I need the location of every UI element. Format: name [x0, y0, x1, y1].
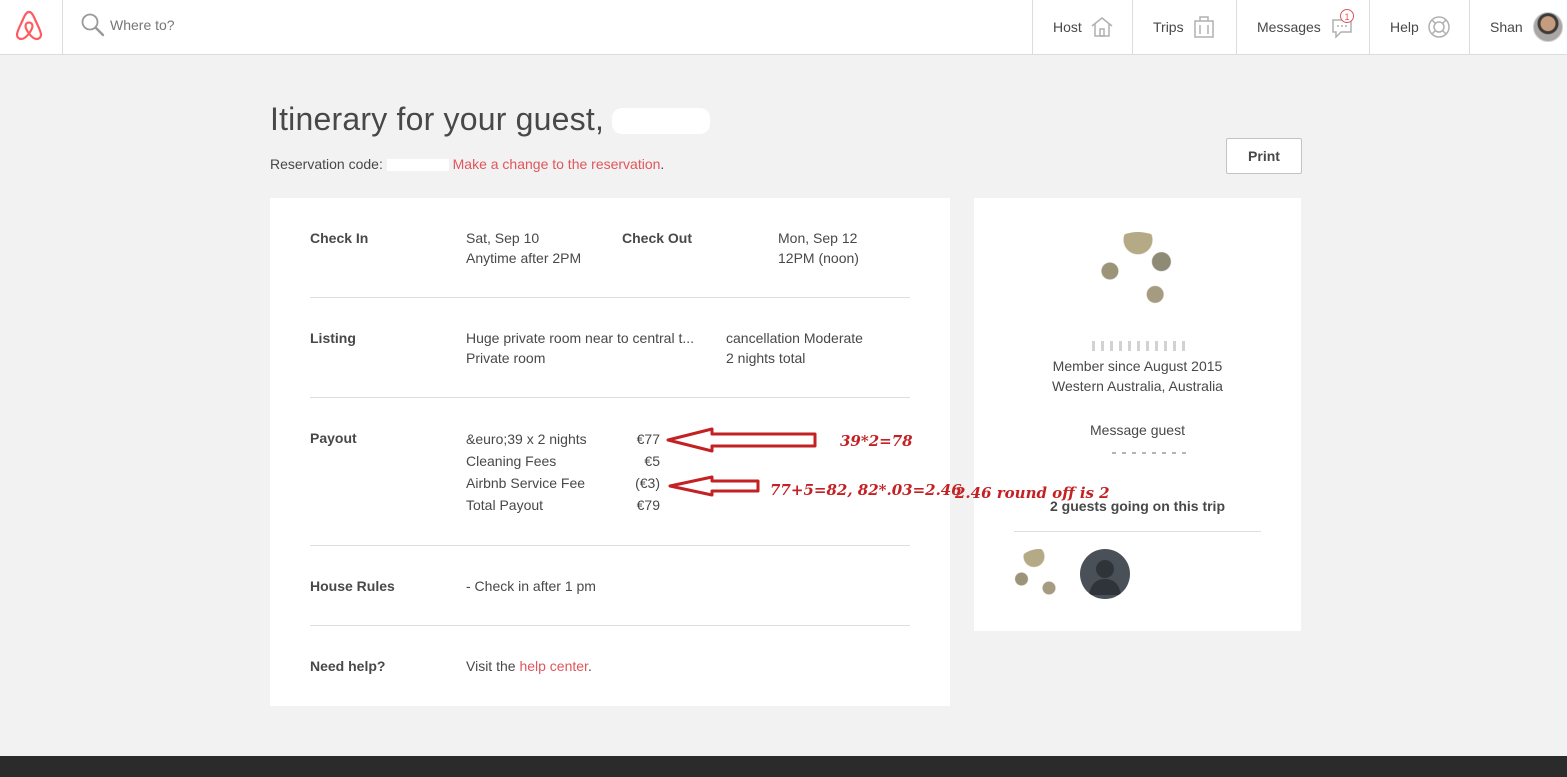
house-rules-text: - Check in after 1 pm — [466, 578, 596, 594]
checkin-label: Check In — [310, 230, 369, 246]
search-icon — [81, 13, 105, 37]
checkout-date: Mon, Sep 12 — [778, 230, 858, 246]
lifebuoy-icon — [1428, 16, 1450, 38]
reservation-label: Reservation code: — [270, 156, 383, 172]
nav-user-menu[interactable]: Shan — [1469, 0, 1567, 54]
checkin-time: Anytime after 2PM — [466, 250, 582, 266]
divider — [310, 625, 910, 626]
help-prefix: Visit the — [466, 658, 516, 674]
payout-label: Payout — [310, 430, 357, 446]
redacted-text — [1112, 452, 1188, 454]
payout-table: &euro;39 x 2 nights €77 Cleaning Fees €5… — [466, 429, 660, 517]
payout-item-amount: €77 — [636, 431, 660, 447]
redacted-reservation-code — [386, 159, 449, 172]
payout-item-amount: €5 — [644, 453, 660, 469]
divider — [310, 297, 910, 298]
payout-item-label: Airbnb Service Fee — [466, 475, 586, 491]
airbnb-logo-icon[interactable] — [14, 9, 44, 41]
payout-item-label: Cleaning Fees — [466, 453, 557, 469]
divider — [310, 397, 910, 398]
divider — [310, 545, 910, 546]
house-rules-label: House Rules — [310, 578, 395, 594]
listing-title-link[interactable]: Huge private room near to central t... — [466, 328, 694, 348]
payout-item-label: Total Payout — [466, 497, 544, 513]
change-link-suffix: . — [660, 156, 665, 172]
guest-profile-card: Member since August 2015 Western Austral… — [974, 198, 1301, 631]
footer — [0, 756, 1567, 777]
user-avatar[interactable] — [1532, 12, 1563, 42]
change-reservation-link[interactable]: Make a change to the reservation — [453, 156, 661, 172]
page-title: Itinerary for your guest, — [270, 101, 605, 137]
payout-item-label: &euro;39 x 2 nights — [466, 431, 587, 447]
nav-help-label: Help — [1390, 19, 1419, 35]
help-suffix: . — [587, 658, 592, 674]
payout-row-total: Total Payout €79 — [466, 495, 660, 517]
nav-host[interactable]: Host — [1032, 0, 1132, 54]
payout-item-amount: (€3) — [635, 475, 660, 491]
need-help-label: Need help? — [310, 658, 386, 674]
redacted-guest-name — [612, 108, 710, 134]
annotation-note-3: 2.46 round off is 2 — [955, 484, 1110, 502]
payout-row-cleaning: Cleaning Fees €5 — [466, 451, 660, 473]
cancellation-policy-link[interactable]: cancellation Moderate — [726, 328, 863, 348]
annotation-note-1: 39*2=78 — [840, 432, 913, 450]
checkout-time: 12PM (noon) — [778, 250, 859, 266]
user-name: Shan — [1490, 19, 1523, 35]
top-navigation-bar: Host Trips Messages 1 Help — [0, 0, 1567, 55]
redacted-guest-name — [1092, 341, 1188, 351]
default-user-icon — [1089, 560, 1121, 595]
message-guest-link[interactable]: Message guest — [974, 422, 1301, 438]
guest-avatar[interactable] — [1099, 232, 1177, 310]
messages-badge: 1 — [1340, 9, 1354, 23]
payout-item-amount: €79 — [636, 497, 660, 513]
nav-help[interactable]: Help — [1369, 0, 1469, 54]
nights-total: 2 nights total — [726, 350, 806, 366]
house-icon — [1091, 17, 1113, 37]
member-since: Member since August 2015 — [1052, 358, 1223, 374]
print-button[interactable]: Print — [1226, 138, 1302, 174]
guest-location: Western Australia, Australia — [1052, 378, 1223, 394]
annotation-note-2: 77+5=82, 82*.03=2.46 — [770, 481, 962, 499]
itinerary-details-card: Check In Sat, Sep 10 Anytime after 2PM C… — [270, 198, 950, 706]
nav-trips[interactable]: Trips — [1132, 0, 1236, 54]
nav-trips-label: Trips — [1153, 19, 1184, 35]
checkin-date: Sat, Sep 10 — [466, 230, 540, 246]
help-line: Visit the help center. — [466, 656, 592, 676]
suitcase-icon — [1193, 16, 1214, 38]
logo-divider — [62, 0, 63, 55]
nav-messages[interactable]: Messages 1 — [1236, 0, 1369, 54]
listing-label: Listing — [310, 330, 356, 346]
listing-type: Private room — [466, 350, 546, 366]
guest-avatar-2[interactable] — [1080, 549, 1130, 599]
nav-host-label: Host — [1053, 19, 1082, 35]
guest-avatar-1[interactable] — [1014, 549, 1064, 599]
divider — [1014, 531, 1261, 532]
payout-row-nightly: &euro;39 x 2 nights €77 — [466, 429, 660, 451]
checkout-label: Check Out — [622, 230, 693, 246]
help-center-link[interactable]: help center — [519, 658, 588, 674]
payout-row-service-fee: Airbnb Service Fee (€3) — [466, 473, 660, 495]
search-input[interactable] — [110, 14, 610, 36]
nav-messages-label: Messages — [1257, 19, 1321, 35]
reservation-line: Reservation code: Make a change to the r… — [270, 156, 664, 172]
